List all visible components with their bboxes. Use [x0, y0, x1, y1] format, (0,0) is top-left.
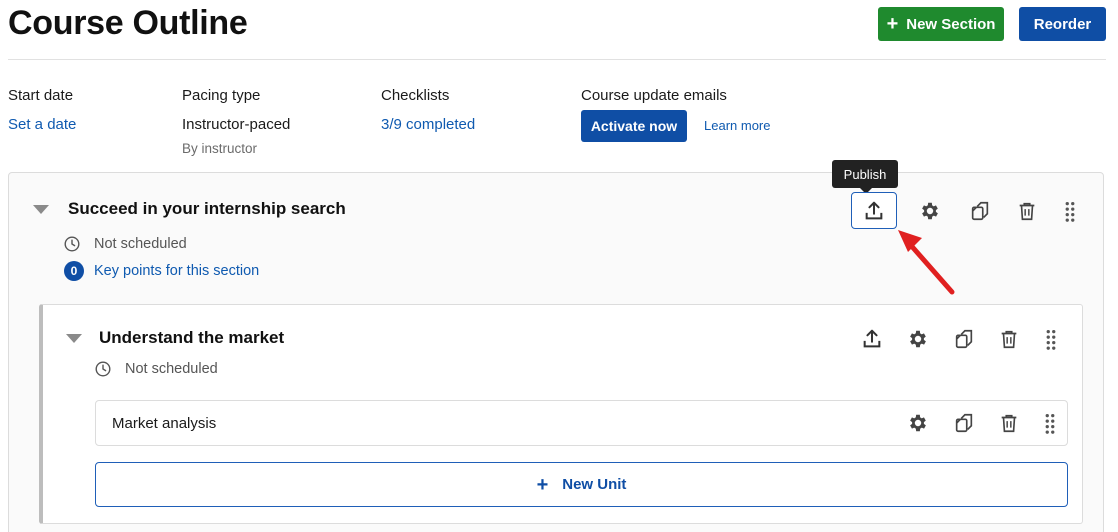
checklists-label: Checklists [381, 87, 450, 104]
caret-down-icon[interactable] [33, 205, 49, 214]
drag-handle-icon [1046, 330, 1056, 350]
subsection-delete-button[interactable] [995, 325, 1023, 353]
new-unit-button[interactable]: + New Unit [95, 462, 1068, 507]
section-schedule: Not scheduled [64, 236, 187, 252]
plus-icon: + [886, 13, 899, 35]
clock-icon [64, 236, 80, 252]
page-title: Course Outline [8, 4, 248, 42]
emails-label: Course update emails [581, 87, 727, 104]
section-settings-button[interactable] [916, 197, 944, 225]
unit-delete-button[interactable] [995, 409, 1023, 437]
new-unit-label: New Unit [562, 476, 627, 493]
set-date-link[interactable]: Set a date [8, 116, 76, 133]
pacing-block: Pacing type Instructor-paced By instruct… [182, 87, 290, 156]
activate-now-button[interactable]: Activate now [581, 110, 687, 142]
duplicate-icon [971, 201, 989, 221]
plus-icon: + [536, 473, 549, 496]
unit-settings-button[interactable] [904, 409, 932, 437]
gear-icon [910, 414, 926, 432]
trash-icon [1019, 202, 1035, 221]
section-schedule-text: Not scheduled [94, 236, 187, 252]
unit-title[interactable]: Market analysis [112, 415, 216, 432]
subsection-title[interactable]: Understand the market [99, 328, 284, 348]
gear-icon [910, 330, 926, 348]
subsection-schedule-text: Not scheduled [125, 361, 218, 377]
subsection-drag-handle[interactable] [1037, 325, 1065, 353]
pacing-sub: By instructor [182, 141, 258, 156]
gear-icon [922, 202, 938, 220]
start-date-block: Start date Set a date [8, 87, 76, 133]
clock-icon [95, 361, 111, 377]
subsection-schedule: Not scheduled [95, 361, 218, 377]
trash-icon [1001, 414, 1017, 433]
start-date-label: Start date [8, 87, 74, 104]
section-duplicate-button[interactable] [966, 197, 994, 225]
pacing-value: Instructor-paced [182, 116, 291, 133]
reorder-button[interactable]: Reorder [1019, 7, 1106, 41]
section-delete-button[interactable] [1013, 197, 1041, 225]
learn-more-link[interactable]: Learn more [704, 118, 770, 133]
pacing-label: Pacing type [182, 87, 261, 104]
unit-drag-handle[interactable] [1036, 409, 1064, 437]
subsection-publish-button[interactable] [858, 325, 886, 353]
new-section-label: New Section [906, 15, 996, 33]
trash-icon [1001, 330, 1017, 349]
header-divider [8, 59, 1106, 60]
section-drag-handle[interactable] [1056, 197, 1084, 225]
new-section-button[interactable]: + New Section [878, 7, 1004, 41]
duplicate-icon [955, 413, 973, 433]
drag-handle-icon [1065, 202, 1075, 222]
key-points-row[interactable]: 0 Key points for this section [64, 261, 259, 281]
key-points-count-badge: 0 [64, 261, 84, 281]
publish-icon [865, 201, 883, 219]
publish-tooltip: Publish [832, 160, 898, 194]
publish-icon [863, 329, 881, 348]
checklists-block: Checklists 3/9 completed [381, 87, 475, 133]
key-points-link[interactable]: Key points for this section [94, 263, 259, 279]
checklists-link[interactable]: 3/9 completed [381, 116, 475, 133]
drag-handle-icon [1045, 414, 1055, 434]
annotation-arrow [898, 230, 955, 295]
subsection-settings-button[interactable] [904, 325, 932, 353]
caret-down-icon[interactable] [66, 334, 82, 343]
subsection-duplicate-button[interactable] [950, 325, 978, 353]
duplicate-icon [955, 329, 973, 349]
emails-block: Course update emails [581, 87, 727, 104]
unit-duplicate-button[interactable] [950, 409, 978, 437]
section-title[interactable]: Succeed in your internship search [68, 199, 346, 219]
